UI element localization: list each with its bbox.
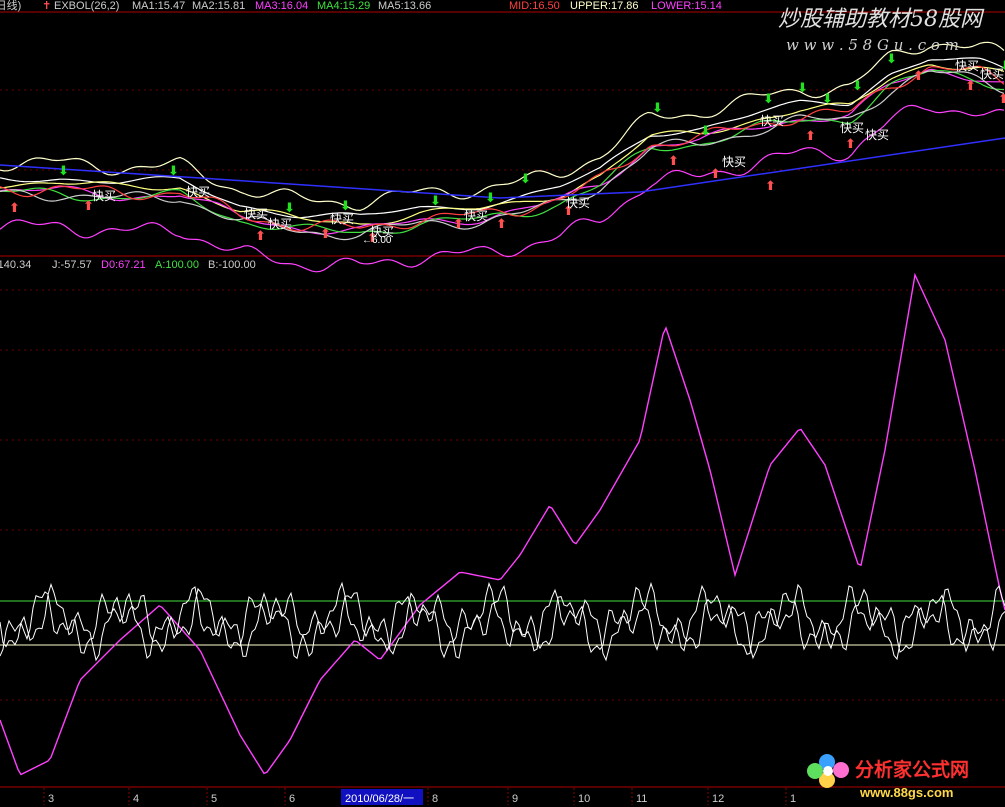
date-tick-label: 12 bbox=[712, 793, 724, 805]
buy-label: 快买 bbox=[186, 185, 210, 199]
sell-signal-icon: ⬇ bbox=[284, 200, 295, 215]
sell-signal-icon: ⬇ bbox=[852, 78, 863, 93]
watermark-line1: 炒股辅助教材58股网 bbox=[778, 7, 985, 32]
buy-arrow-icon: ✝ bbox=[42, 0, 51, 12]
price-legend: (日线) ✝ EXBOL(26,2) MA1:15.47 MA2:15.81 M… bbox=[0, 0, 722, 12]
buy-signal-icon: ⬆ bbox=[965, 78, 976, 93]
date-tick-label: 11 bbox=[636, 793, 647, 805]
legend-ma4: MA4:15.29 bbox=[317, 0, 370, 12]
buy-label: 快买 bbox=[840, 121, 864, 135]
date-tick-label: 3 bbox=[48, 793, 54, 805]
low-price-mark: ←6.00 bbox=[362, 235, 392, 246]
buy-signal-icon: ⬆ bbox=[845, 136, 856, 151]
date-tick-label: 1 bbox=[790, 793, 796, 805]
date-tick-label: 10 bbox=[578, 793, 590, 805]
legend-k: -140.34 bbox=[0, 259, 31, 271]
buy-label: 快买 bbox=[330, 212, 354, 226]
legend-j: J:-57.57 bbox=[52, 259, 92, 271]
legend-d0: D0:67.21 bbox=[101, 259, 146, 271]
date-tick-label: 6 bbox=[289, 793, 295, 805]
sell-signal-icon: ⬇ bbox=[58, 163, 69, 178]
buy-label: 快买 bbox=[244, 207, 268, 221]
buy-signal-icon: ⬆ bbox=[805, 128, 816, 143]
sell-signal-icon: ⬇ bbox=[485, 190, 496, 205]
sell-signal-icon: ⬇ bbox=[797, 80, 808, 95]
legend-ma5: MA5:13.66 bbox=[378, 0, 431, 12]
buy-signal-icon: ⬆ bbox=[998, 91, 1005, 106]
buy-signal-icon: ⬆ bbox=[255, 228, 266, 243]
buy-signal-icon: ⬆ bbox=[496, 216, 507, 231]
sell-signal-icon: ⬇ bbox=[763, 91, 774, 106]
brand-name: 分析家公式网 bbox=[855, 758, 969, 781]
sell-signal-icon: ⬇ bbox=[340, 198, 351, 213]
legend-ma2: MA2:15.81 bbox=[192, 0, 245, 12]
buy-label: 快买 bbox=[464, 209, 488, 223]
legend-b: B:-100.00 bbox=[208, 259, 256, 271]
legend-exbol: EXBOL(26,2) bbox=[54, 0, 119, 12]
date-tick-label: 8 bbox=[432, 793, 438, 805]
buy-signal-icon: ⬆ bbox=[710, 166, 721, 181]
buy-label: 快买 bbox=[566, 196, 590, 210]
buy-signal-icon: ⬆ bbox=[453, 216, 464, 231]
legend-ma1: MA1:15.47 bbox=[132, 0, 185, 12]
buy-signal-icon: ⬆ bbox=[9, 200, 20, 215]
legend-ma3: MA3:16.04 bbox=[255, 0, 308, 12]
date-tick-label: 5 bbox=[211, 793, 217, 805]
buy-label: 快买 bbox=[865, 128, 889, 142]
legend-upper: UPPER:17.86 bbox=[570, 0, 638, 12]
buy-signal-icon: ⬆ bbox=[320, 226, 331, 241]
buy-label: 快买 bbox=[92, 189, 116, 203]
legend-a: A:100.00 bbox=[155, 259, 199, 271]
sell-signal-icon: ⬇ bbox=[822, 91, 833, 106]
date-tick-label: 9 bbox=[512, 793, 518, 805]
sell-signal-icon: ⬇ bbox=[520, 171, 531, 186]
buy-label: 快买 bbox=[980, 67, 1004, 81]
buy-signal-icon: ⬆ bbox=[765, 178, 776, 193]
watermark-line2: w w w . 5 8 G u . c o m bbox=[786, 36, 959, 54]
buy-signal-icon: ⬆ bbox=[913, 68, 924, 83]
sell-signal-icon: ⬇ bbox=[168, 163, 179, 178]
sell-signal-icon: ⬇ bbox=[700, 123, 711, 138]
buy-signal-icon: ⬆ bbox=[668, 153, 679, 168]
chart-canvas: (日线) ✝ EXBOL(26,2) MA1:15.47 MA2:15.81 M… bbox=[0, 0, 1005, 807]
sell-signal-icon: ⬇ bbox=[652, 100, 663, 115]
buy-label: 快买 bbox=[268, 217, 292, 231]
sell-signal-icon: ⬇ bbox=[430, 193, 441, 208]
legend-lower: LOWER:15.14 bbox=[651, 0, 722, 12]
buy-label: 快买 bbox=[955, 59, 979, 73]
brand-url: www.88gs.com bbox=[859, 785, 953, 800]
cursor-date: 2010/06/28/一 bbox=[345, 793, 414, 805]
buy-label: 快买 bbox=[722, 155, 746, 169]
legend-interval: (日线) bbox=[0, 0, 21, 12]
date-tick-label: 4 bbox=[133, 793, 139, 805]
legend-mid: MID:16.50 bbox=[509, 0, 560, 12]
buy-label: 快买 bbox=[760, 114, 784, 128]
